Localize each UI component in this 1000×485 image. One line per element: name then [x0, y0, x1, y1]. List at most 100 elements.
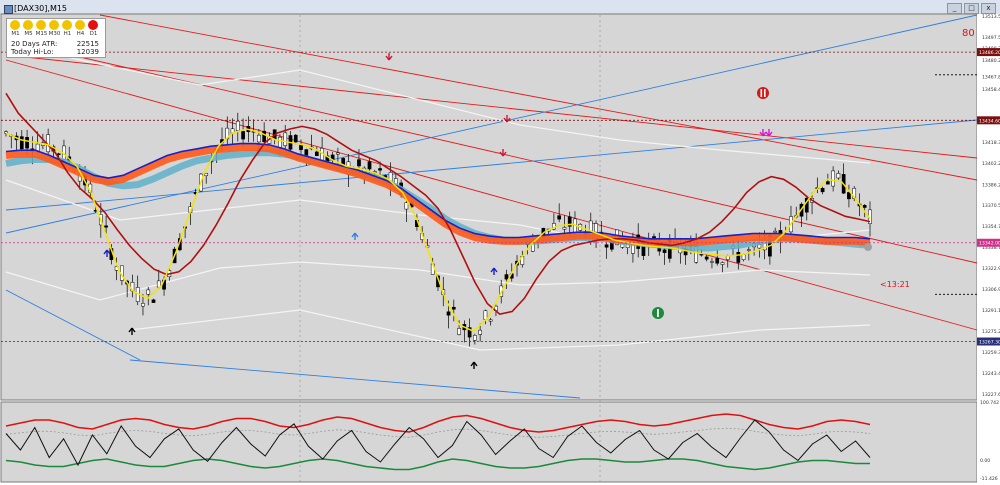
- candle-body: [104, 225, 108, 228]
- atr-label: 20 Days ATR:: [11, 40, 58, 48]
- candle-body: [826, 181, 830, 185]
- candle-body: [831, 170, 835, 187]
- price-tick-label: 13458.40: [982, 87, 1000, 93]
- price-tick-label: 13370.50: [982, 203, 1000, 209]
- candle-body: [820, 188, 825, 193]
- candle-countdown: <13:21: [880, 280, 910, 289]
- window-title: [DAX30],M15: [14, 4, 68, 13]
- window-controls: _ □ x: [947, 3, 996, 14]
- level-tag-label: 13267.30: [979, 340, 1000, 346]
- timeframe-dot-m30: [49, 20, 59, 30]
- candle-body: [557, 215, 562, 220]
- candle-body: [488, 319, 493, 322]
- price-tick-label: 13227.60: [982, 392, 1000, 398]
- osc-tick-label: -11.426: [980, 476, 998, 482]
- price-tick-label: 13513.50: [982, 14, 1000, 20]
- sell-signal-mark: [764, 89, 766, 97]
- candle-body: [451, 306, 456, 310]
- close-button[interactable]: x: [981, 3, 996, 14]
- minimize-button[interactable]: _: [947, 3, 962, 14]
- main-pane: [0, 13, 978, 401]
- price-tick-label: 13354.70: [982, 224, 1000, 230]
- title-bar: [0, 0, 1000, 14]
- chart-canvas[interactable]: 13513.5013497.5013489.2013485.6013480.20…: [0, 0, 1000, 485]
- candle-body: [151, 299, 156, 303]
- atr-row: 20 Days ATR: 22515: [11, 40, 99, 48]
- candle-body: [741, 254, 746, 260]
- info-panel: M1 M5 M15 M30 H1 H4 D1 20 Days ATR: 22515 Toda…: [6, 18, 106, 58]
- candle-body: [241, 131, 245, 140]
- osc-pane: [0, 401, 978, 483]
- atr-value: 22515: [76, 40, 99, 48]
- sell-signal-mark: [760, 89, 763, 97]
- price-tick-label: 13402.20: [982, 161, 1000, 167]
- candle-body: [262, 130, 266, 143]
- timeframe-label-h1: H1: [63, 31, 72, 37]
- candle-body: [357, 159, 361, 167]
- candle-body: [773, 230, 778, 233]
- candle-body: [836, 173, 841, 179]
- corner-value: 80: [962, 28, 975, 39]
- candle-body: [847, 192, 851, 200]
- hilo-value: 12039: [76, 48, 99, 56]
- candle-body: [19, 136, 24, 150]
- candle-body: [146, 289, 151, 295]
- timeframe-dot-d1: [88, 20, 98, 30]
- chart-window: 13513.5013497.5013489.2013485.6013480.20…: [0, 0, 1000, 485]
- maximize-button[interactable]: □: [964, 3, 979, 14]
- current-price-dot: [864, 243, 872, 251]
- candle-body: [652, 236, 656, 239]
- candle-body: [299, 144, 303, 150]
- candle-body: [257, 134, 261, 143]
- level-tag-label: 13342.00: [979, 241, 1000, 247]
- candle-body: [141, 303, 145, 307]
- price-tick-label: 13467.80: [982, 74, 1000, 80]
- price-tick-label: 13322.90: [982, 266, 1000, 272]
- timeframe-dot-m15: [36, 20, 46, 30]
- candle-body: [314, 151, 319, 157]
- candle-body: [446, 311, 451, 316]
- price-tick-label: 13291.10: [982, 308, 1000, 314]
- candle-body: [862, 205, 867, 208]
- candle-body: [278, 136, 282, 148]
- sell-signal-icon: [757, 87, 769, 99]
- timeframe-label-m1: M1: [11, 31, 20, 37]
- hilo-label: Today Hi-Lo:: [11, 48, 54, 56]
- candle-body: [404, 202, 409, 210]
- price-tick-label: 13275.20: [982, 329, 1000, 335]
- price-tick-label: 13259.30: [982, 350, 1000, 356]
- candle-body: [56, 153, 61, 156]
- price-tick-label: 13418.30: [982, 140, 1000, 146]
- candle-body: [457, 328, 461, 335]
- timeframe-labels: M1 M5 M15 M30 H1 H4 D1: [9, 31, 100, 37]
- candle-body: [473, 335, 477, 341]
- price-tick-label: 13497.50: [982, 35, 1000, 41]
- price-tick-label: 13386.20: [982, 182, 1000, 188]
- candle-body: [504, 274, 509, 280]
- candle-body: [662, 249, 667, 253]
- candle-body: [293, 134, 298, 143]
- candle-body: [746, 249, 751, 251]
- candle-body: [25, 137, 29, 149]
- timeframe-dot-m5: [23, 20, 33, 30]
- candle-body: [378, 168, 382, 171]
- timeframe-label-d1: D1: [89, 31, 98, 37]
- candle-body: [562, 227, 567, 230]
- candle-body: [704, 256, 709, 260]
- price-tick-label: 13243.40: [982, 371, 1000, 377]
- timeframe-dot-m1: [10, 20, 20, 30]
- level-tag-label: 13486.20: [979, 50, 1000, 56]
- level-tag-label: 13434.60: [979, 118, 1000, 124]
- timeframe-dot-h4: [75, 20, 85, 30]
- candle-body: [478, 329, 482, 335]
- window-icon: [4, 5, 13, 14]
- osc-tick-label: 0.00: [980, 458, 990, 464]
- osc-tick-label: 100.742: [980, 400, 999, 406]
- candle-body: [283, 132, 288, 146]
- hilo-row: Today Hi-Lo: 12039: [11, 48, 99, 56]
- candle-body: [604, 244, 609, 248]
- candle-body: [720, 262, 725, 265]
- price-tick-label: 13306.90: [982, 287, 1000, 293]
- timeframe-dots: [10, 20, 98, 30]
- timeframe-label-m15: M15: [35, 31, 48, 37]
